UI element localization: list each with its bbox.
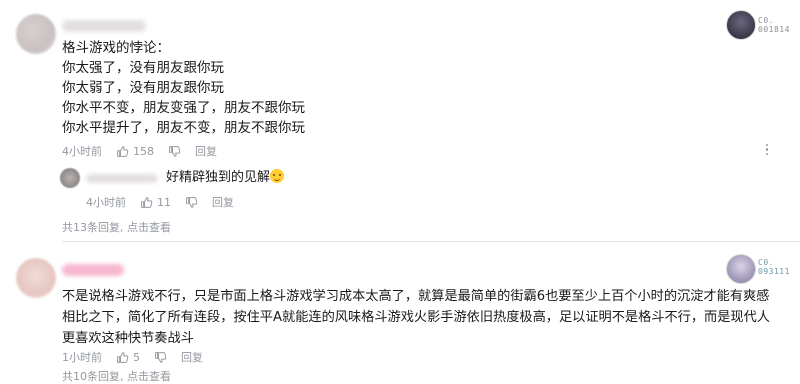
reply-username[interactable] — [86, 174, 158, 183]
fan-badge-avatar — [726, 254, 756, 284]
reply-content: 好精辟独到的见解 — [166, 168, 285, 188]
comment-meta: 4小时前 158 回复 — [62, 143, 217, 159]
reply-reply-button[interactable]: 回复 — [212, 194, 234, 210]
comment-time: 1小时前 — [62, 351, 102, 364]
fan-badge-code-line1: C0. — [758, 16, 774, 25]
comment-line: 格斗游戏的悖论： — [62, 40, 170, 56]
dislike-button[interactable] — [168, 145, 181, 158]
sub-reply-count: 共13条回复 — [62, 221, 120, 234]
reply-time: 4小时前 — [86, 196, 126, 209]
like-button[interactable]: 5 — [116, 351, 140, 364]
reply-like-button[interactable]: 11 — [140, 196, 171, 209]
reply-avatar[interactable] — [60, 168, 80, 188]
sub-reply-count: 共10条回复 — [62, 370, 120, 383]
separator: , — [120, 221, 127, 234]
view-replies-link[interactable]: 点击查看 — [127, 370, 171, 383]
comment-content: 不是说格斗游戏不行，只是市面上格斗游戏学习成本太高了，就算是最简单的街霸6也要至… — [62, 289, 770, 346]
more-options-icon[interactable] — [764, 144, 770, 156]
reply-text: 好精辟独到的见解 — [166, 170, 271, 185]
thumbs-down-icon — [186, 196, 198, 208]
comment-meta: 1小时前 5 回复 — [62, 349, 203, 365]
fan-badge-code: C0. 001814 — [758, 16, 790, 34]
separator: , — [120, 370, 127, 383]
reply-button[interactable]: 回复 — [181, 349, 203, 365]
comment-time: 4小时前 — [62, 145, 102, 158]
reply-meta: 4小时前 11 回复 — [86, 194, 234, 210]
reply-button[interactable]: 回复 — [195, 143, 217, 159]
fan-badge-code: C0. 093111 — [758, 258, 790, 276]
comment-line: 你水平不变，朋友变强了，朋友不跟你玩 — [62, 100, 305, 116]
sub-reply-summary: 共13条回复, 点击查看 — [62, 219, 171, 235]
fan-badge-avatar — [726, 10, 756, 40]
thumbs-down-icon — [155, 351, 167, 363]
thumbs-down-icon — [169, 145, 181, 157]
fan-badge-code-line2: 093111 — [758, 267, 790, 276]
like-button[interactable]: 158 — [116, 145, 154, 158]
reply-like-count: 11 — [157, 195, 171, 209]
fan-badge-code-line1: C0. — [758, 258, 774, 267]
comment-line: 你太强了，没有朋友跟你玩 — [62, 60, 224, 76]
avatar[interactable] — [16, 258, 56, 298]
like-count: 5 — [133, 350, 140, 364]
divider — [62, 241, 800, 242]
comment-line: 你太弱了，没有朋友跟你玩 — [62, 80, 224, 96]
username[interactable] — [62, 264, 124, 276]
like-count: 158 — [133, 144, 154, 158]
thumbs-up-icon — [117, 145, 129, 157]
dislike-button[interactable] — [154, 351, 167, 364]
thumbs-up-icon — [141, 196, 153, 208]
reply-dislike-button[interactable] — [185, 196, 198, 209]
fan-badge-code-line2: 001814 — [758, 25, 790, 34]
avatar[interactable] — [16, 14, 56, 54]
comment-content: 格斗游戏的悖论： 你太强了，没有朋友跟你玩 你太弱了，没有朋友跟你玩 你水平不变… — [62, 38, 305, 138]
laughing-emoji-icon — [270, 169, 285, 183]
comment-line: 你水平提升了，朋友不变，朋友不跟你玩 — [62, 120, 305, 136]
thumbs-up-icon — [117, 351, 129, 363]
username[interactable] — [62, 20, 146, 32]
view-replies-link[interactable]: 点击查看 — [127, 221, 171, 234]
